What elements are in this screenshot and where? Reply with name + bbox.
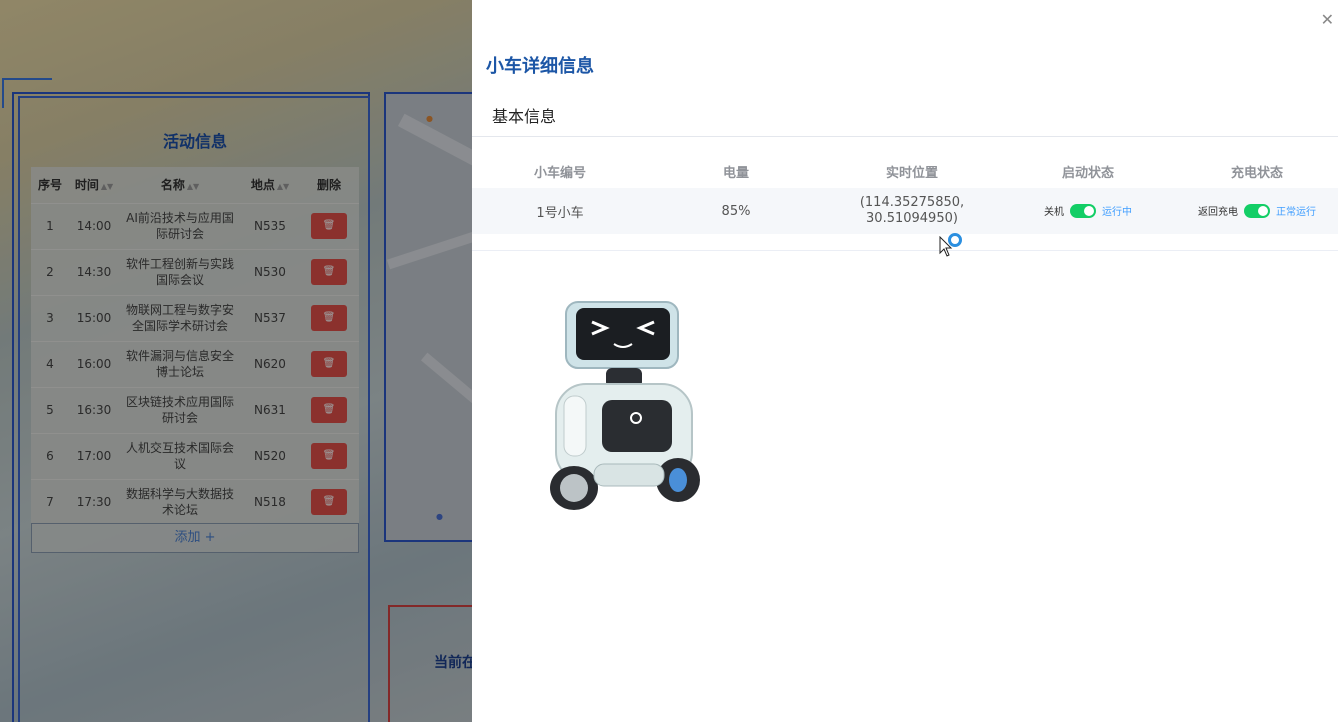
background-dashboard: 活动信息 序号 时间 ▲▼ 名称 ▲▼ 地点 ▲▼ 删除 1 14:00 AI前沿技术与应…	[0, 0, 472, 722]
charge-off-label: 返回充电	[1198, 207, 1238, 218]
battery-cell: 85%	[648, 188, 824, 234]
car-id-cell: 1号小车	[472, 188, 648, 234]
start-status-cell: 关机 运行中	[1000, 188, 1176, 234]
divider	[472, 136, 1338, 137]
divider	[472, 250, 1338, 251]
modal-overlay[interactable]	[0, 0, 472, 722]
start-on-label: 运行中	[1102, 207, 1132, 218]
car-info-row: 1号小车 85% (114.35275850, 30.51094950) 关机 …	[472, 188, 1338, 234]
col-charge-status: 充电状态	[1230, 165, 1283, 181]
col-start-status: 启动状态	[1061, 165, 1114, 181]
position-cell: (114.35275850, 30.51094950)	[824, 188, 1000, 234]
loading-spinner-icon	[948, 233, 962, 247]
close-icon[interactable]: ✕	[1321, 10, 1334, 29]
start-off-label: 关机	[1044, 207, 1064, 218]
col-battery: 电量	[722, 165, 749, 181]
col-position: 实时位置	[885, 165, 938, 181]
car-info-table: 小车编号 电量 实时位置 启动状态 充电状态 1号小车 85% (114.352…	[472, 154, 1338, 234]
charge-status-switch[interactable]	[1244, 203, 1270, 218]
start-status-switch[interactable]	[1070, 203, 1096, 218]
robot-car-image	[550, 301, 700, 510]
section-title-basic-info: 基本信息	[492, 107, 557, 126]
col-car-id: 小车编号	[533, 165, 586, 181]
charge-on-label: 正常运行	[1276, 207, 1316, 218]
charge-status-cell: 返回充电 正常运行	[1176, 188, 1338, 234]
car-detail-drawer: ✕ 小车详细信息 基本信息 小车编号 电量 实时位置 启动状态 充电状态 1号小…	[472, 0, 1338, 722]
drawer-title: 小车详细信息	[486, 56, 594, 77]
car-info-header: 小车编号 电量 实时位置 启动状态 充电状态	[472, 154, 1338, 188]
